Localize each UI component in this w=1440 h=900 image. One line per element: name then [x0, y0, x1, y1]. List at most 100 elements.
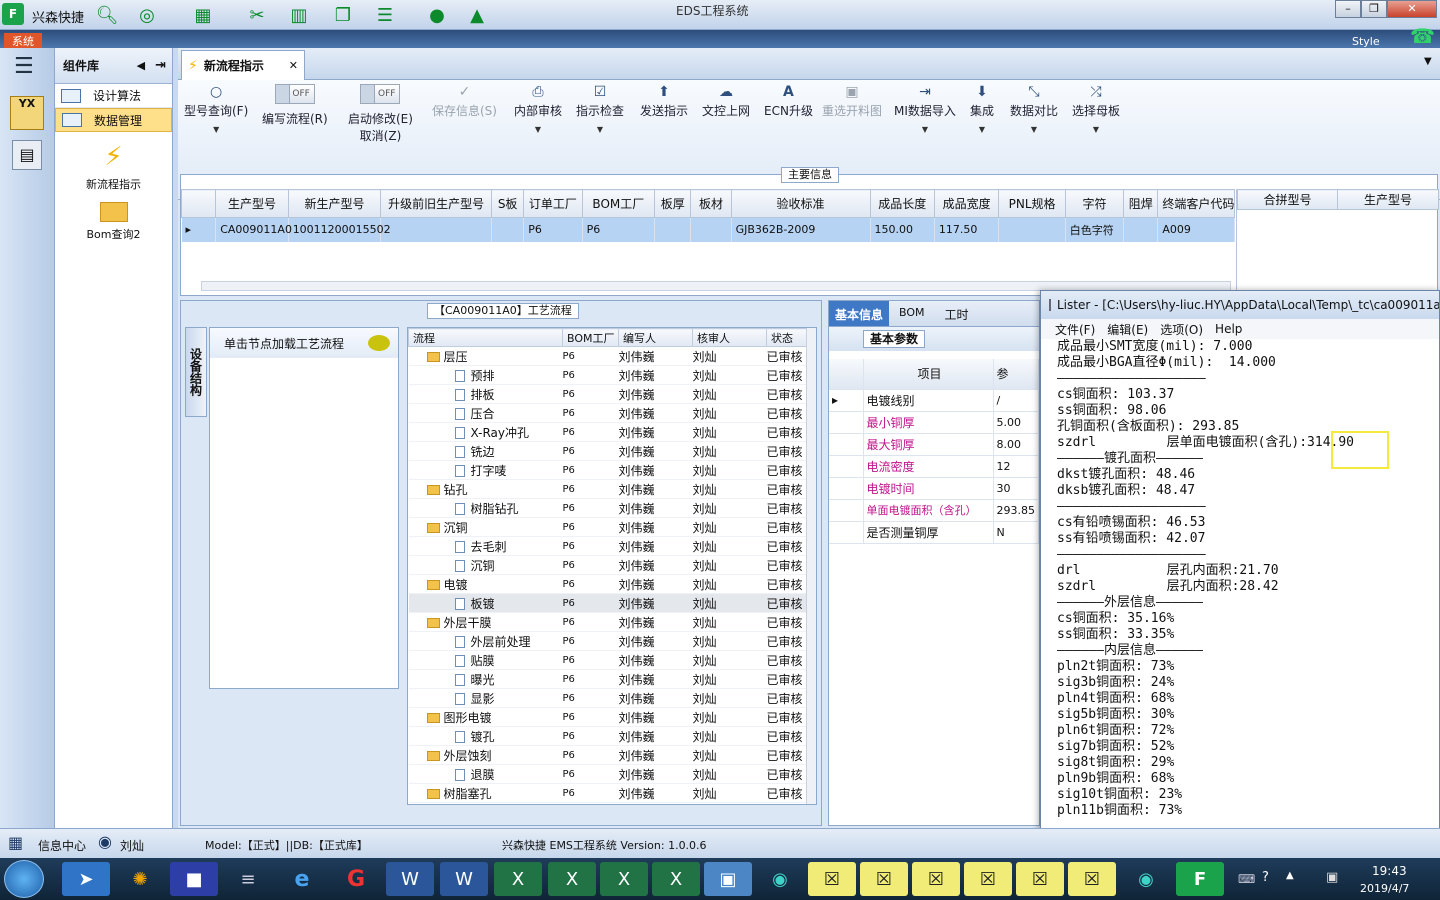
- tree-node[interactable]: 树脂钻孔: [408, 498, 563, 518]
- param-value[interactable]: 30: [993, 477, 1039, 500]
- chart-icon[interactable]: ▲: [464, 3, 490, 27]
- tree-node[interactable]: 沉铜: [408, 517, 563, 537]
- tree-node[interactable]: 打字唛: [408, 460, 563, 480]
- taskbar-app-tc-icon[interactable]: ☒: [964, 862, 1012, 896]
- taskbar-app-excel-icon[interactable]: X: [652, 862, 700, 896]
- tree-row[interactable]: 沉铜 P6 刘伟巍 刘灿 已审核: [408, 517, 809, 537]
- param-row[interactable]: 最大铜厚 8.00: [829, 433, 1039, 456]
- tree-node[interactable]: 去毛刺: [408, 536, 563, 556]
- search-icon[interactable]: 🔍︎: [94, 3, 120, 27]
- taskbar-app-eye-icon[interactable]: ◉: [1122, 862, 1170, 896]
- param-row[interactable]: ▸ 电镀线别 /: [829, 389, 1039, 412]
- tree-node[interactable]: 图形电镀: [408, 707, 563, 727]
- param-row[interactable]: 最小铜厚 5.00: [829, 411, 1039, 434]
- close-tab-icon[interactable]: ✕: [289, 59, 298, 72]
- style-menu[interactable]: Style: [1352, 35, 1380, 48]
- tree-row[interactable]: 外层干膜 P6 刘伟巍 刘灿 已审核: [408, 612, 809, 632]
- select-motherboard-button[interactable]: ⤮ 选择母板 ▼: [1072, 84, 1120, 134]
- tray-expand-icon[interactable]: ▲: [1286, 870, 1294, 881]
- taskbar-app-tc-icon[interactable]: ☒: [912, 862, 960, 896]
- tree-node[interactable]: 层压: [408, 346, 563, 366]
- column-header[interactable]: 板材: [690, 189, 732, 218]
- column-header[interactable]: BOM工厂: [562, 328, 619, 347]
- tree-row[interactable]: 外层蚀刻 P6 刘伟巍 刘灿 已审核: [408, 745, 809, 765]
- tree-row[interactable]: 板镀 P6 刘伟巍 刘灿 已审核: [408, 593, 809, 613]
- tree-node[interactable]: 沉铜: [408, 555, 563, 575]
- tree-row[interactable]: 外层前处理 P6 刘伟巍 刘灿 已审核: [408, 631, 809, 651]
- column-header[interactable]: 订单工厂: [523, 189, 583, 218]
- column-header[interactable]: 生产型号: [215, 189, 289, 218]
- param-row[interactable]: 单面电镀面积（含孔） 293.85: [829, 499, 1039, 522]
- tab-bom[interactable]: BOM: [889, 301, 935, 326]
- tree-node[interactable]: 外层干膜: [408, 612, 563, 632]
- tree-node[interactable]: 板镀: [408, 593, 563, 613]
- load-flow-header[interactable]: 单击节点加载工艺流程: [210, 328, 398, 358]
- tree-row[interactable]: 曝光 P6 刘伟巍 刘灿 已审核: [408, 669, 809, 689]
- mi-data-import-button[interactable]: ⇥ MI数据导入 ▼: [894, 84, 956, 134]
- tree-row[interactable]: 贴膜 P6 刘伟巍 刘灿 已审核: [408, 650, 809, 670]
- sidebar-item-design-algorithm[interactable]: 设计算法: [55, 84, 172, 108]
- copy-icon[interactable]: ❐: [330, 3, 356, 27]
- tree-node[interactable]: 外层前处理: [408, 631, 563, 651]
- tree-node[interactable]: 预排: [408, 365, 563, 385]
- globe-icon[interactable]: ◎: [134, 3, 160, 27]
- tree-node[interactable]: 树脂塞孔: [408, 783, 563, 803]
- taskbar-app-eds-icon[interactable]: F: [1176, 862, 1224, 896]
- type-query-button[interactable]: ○ 型号查询(F) ▼: [184, 84, 248, 134]
- taskbar-app-tc-icon[interactable]: ☒: [1016, 862, 1064, 896]
- side-tab-equipment[interactable]: 设备结构: [185, 327, 207, 417]
- close-button[interactable]: ✕: [1387, 0, 1437, 18]
- reselect-cut-chart-button[interactable]: ▣ 重选开料图: [822, 84, 882, 119]
- cancel-label[interactable]: 取消(Z): [360, 127, 402, 144]
- tree-row[interactable]: 压合 P6 刘伟巍 刘灿 已审核: [408, 403, 809, 423]
- column-header[interactable]: 状态: [766, 328, 809, 347]
- column-header[interactable]: 成品长度: [869, 189, 935, 218]
- instruction-check-button[interactable]: ☑ 指示检查 ▼: [576, 84, 624, 134]
- param-value[interactable]: 12: [993, 455, 1039, 478]
- edit-flow-toggle[interactable]: OFF 编写流程(R): [262, 84, 328, 127]
- column-header[interactable]: 流程: [408, 328, 563, 347]
- sidebar-item-data-management[interactable]: 数据管理: [55, 108, 172, 132]
- tree-row[interactable]: 沉铜 P6 刘伟巍 刘灿 已审核: [408, 555, 809, 575]
- param-value[interactable]: 8.00: [993, 433, 1039, 456]
- column-header[interactable]: 板厚: [654, 189, 692, 218]
- tree-node[interactable]: 贴膜: [408, 650, 563, 670]
- tree-node[interactable]: 镀孔: [408, 726, 563, 746]
- tree-node[interactable]: 钻孔: [408, 479, 563, 499]
- tab-basic-info[interactable]: 基本信息: [829, 301, 890, 326]
- param-row[interactable]: 电流密度 12: [829, 455, 1039, 478]
- param-value[interactable]: 293.85: [993, 499, 1039, 522]
- yx-module-icon[interactable]: YX: [10, 96, 44, 130]
- tree-row[interactable]: 排板 P6 刘伟巍 刘灿 已审核: [408, 384, 809, 404]
- tree-node[interactable]: 排板: [408, 384, 563, 404]
- column-header[interactable]: 升级前旧生产型号: [380, 189, 493, 218]
- tree-node[interactable]: 压合: [408, 403, 563, 423]
- start-button[interactable]: [4, 860, 44, 898]
- column-header[interactable]: 成品宽度: [933, 189, 1000, 218]
- tree-node[interactable]: 曝光: [408, 669, 563, 689]
- tree-row[interactable]: 铣边 P6 刘伟巍 刘灿 已审核: [408, 441, 809, 461]
- save-info-button[interactable]: ✓ 保存信息(S): [432, 84, 497, 119]
- tree-row[interactable]: 层压 P6 刘伟巍 刘灿 已审核: [408, 346, 809, 366]
- taskbar-app-scanner-icon[interactable]: ≡: [224, 862, 272, 896]
- taskbar-app-excel-icon[interactable]: X: [548, 862, 596, 896]
- tree-node[interactable]: 显影: [408, 688, 563, 708]
- start-modify-toggle[interactable]: OFF 启动修改(E) 取消(Z): [348, 84, 413, 144]
- send-instruction-button[interactable]: ⬆ 发送指示: [640, 84, 688, 119]
- taskbar-app-picture-icon[interactable]: ▣: [704, 862, 752, 896]
- data-compare-button[interactable]: ⤡ 数据对比 ▼: [1010, 84, 1058, 134]
- tree-node[interactable]: 电镀: [408, 574, 563, 594]
- film-icon[interactable]: ▥: [286, 3, 312, 27]
- help-icon[interactable]: ?: [1262, 870, 1269, 885]
- column-header[interactable]: PNL规格: [998, 189, 1066, 218]
- taskbar-app-tc-icon[interactable]: ☒: [808, 862, 856, 896]
- tree-row[interactable]: 树脂钻孔 P6 刘伟巍 刘灿 已审核: [408, 498, 809, 518]
- calculator-icon[interactable]: ▤: [12, 140, 42, 170]
- ecn-upgrade-button[interactable]: A ECN升级: [764, 84, 813, 119]
- keyboard-icon[interactable]: ⌨: [1238, 872, 1255, 886]
- tile-bom-query[interactable]: Bom查询2: [55, 202, 172, 242]
- tree-row[interactable]: 镀孔 P6 刘伟巍 刘灿 已审核: [408, 726, 809, 746]
- scissors-icon[interactable]: ✂: [244, 3, 270, 27]
- basic-params-label[interactable]: 基本参数: [863, 330, 926, 348]
- list-icon[interactable]: ☰: [372, 3, 398, 27]
